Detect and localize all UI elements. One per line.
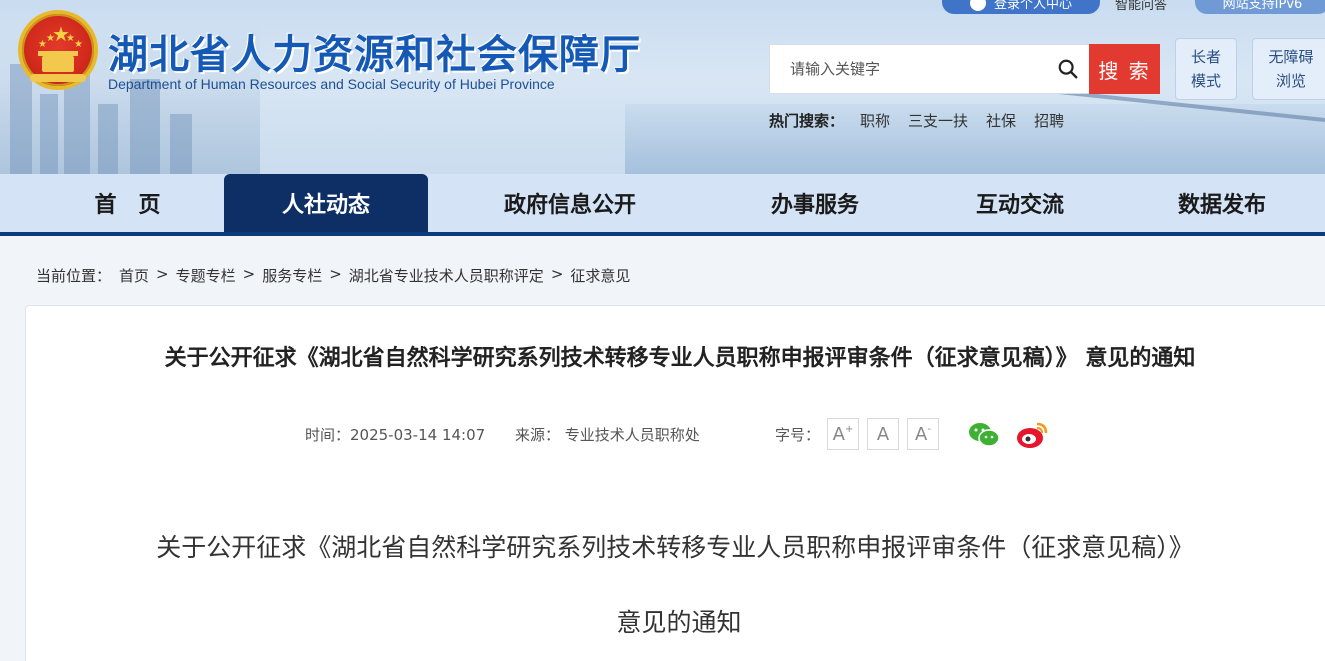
article-source: 来源： 专业技术人员职称处 [515,426,700,444]
breadcrumb-topics[interactable]: 专题专栏 [176,265,236,286]
breadcrumb-separator: > [156,265,169,283]
hot-keyword[interactable]: 招聘 [1034,110,1064,131]
building [170,114,192,174]
wechat-icon[interactable] [967,418,1001,452]
weibo-icon[interactable] [1015,418,1049,452]
font-size-label: 字号： [775,426,821,444]
breadcrumb-prefix: 当前位置： [36,267,112,285]
smart-qa-link[interactable]: 智能问答 [1115,0,1167,13]
login-button[interactable]: 登录个人中心 [942,0,1100,14]
main-nav: 首 页 人社动态 政府信息公开 办事服务 互动交流 数据发布 [0,174,1325,236]
search-box [769,44,1089,94]
breadcrumb-separator: > [242,265,256,283]
site-subtitle: Department of Human Resources and Social… [108,76,555,92]
nav-item-news[interactable]: 人社动态 [224,174,428,232]
accessible-mode-label-2: 浏览 [1275,72,1306,90]
font-decrease-label: A [915,423,928,445]
accessible-mode-label-1: 无障碍 [1268,48,1314,66]
font-normal-label: A [876,423,890,445]
article-time: 时间：2025-03-14 14:07 [305,426,486,444]
breadcrumb-separator: > [329,265,342,283]
breadcrumb-service-column[interactable]: 服务专栏 [262,265,322,286]
hot-search-label: 热门搜索： [769,112,845,130]
ipv6-badge: 网站支持IPv6 [1195,0,1325,14]
font-normal-button[interactable]: A [867,418,899,450]
hot-keyword[interactable]: 三支一扶 [908,110,968,131]
breadcrumb-home[interactable]: 首页 [119,265,149,286]
site-title: 湖北省人力资源和社会保障厅 [108,32,641,78]
nav-item-home[interactable]: 首 页 [40,174,215,232]
breadcrumb-separator: > [550,265,564,283]
national-emblem-icon: ★ ★ ★ ★ ★ [18,10,98,90]
body-heading-line-2: 意见的通知 [616,608,742,637]
login-label: 登录个人中心 [993,0,1072,12]
elder-mode-label-2: 模式 [1190,72,1221,90]
wheat-icon [30,74,86,82]
user-icon [969,0,986,11]
nav-item-services[interactable]: 办事服务 [715,174,915,232]
tiananmen-icon [38,51,78,72]
font-increase-label: A [832,423,845,445]
star-icon: ★ [46,33,55,44]
elder-mode-button[interactable]: 长者 模式 [1175,38,1237,100]
star-icon: ★ [74,39,83,50]
breadcrumb: 当前位置： 首页 > 专题专栏 > 服务专栏 > 湖北省专业技术人员职称评定 >… [36,265,630,286]
hot-keyword[interactable]: 社保 [986,110,1016,131]
search-input[interactable] [770,45,1048,93]
search-button[interactable]: 搜 索 [1089,44,1160,94]
breadcrumb-title-evaluation[interactable]: 湖北省专业技术人员职称评定 [349,265,544,286]
accessible-mode-button[interactable]: 无障碍 浏览 [1252,38,1325,100]
building [10,64,32,174]
font-decrease-button[interactable]: A- [907,418,939,450]
search-icon[interactable] [1057,58,1079,80]
nav-item-gov-info[interactable]: 政府信息公开 [470,174,670,232]
building [40,94,58,174]
nav-item-data[interactable]: 数据发布 [1122,174,1322,232]
ipv6-label: 网站支持IPv6 [1222,0,1303,12]
elder-mode-label-1: 长者 [1190,48,1221,66]
breadcrumb-consultation[interactable]: 征求意见 [570,265,630,286]
article-title: 关于公开征求《湖北省自然科学研究系列技术转移专业人员职称申报评审条件（征求意见稿… [164,346,1196,371]
body-heading-line-1: 关于公开征求《湖北省自然科学研究系列技术转移专业人员职称申报评审条件（征求意见稿… [156,533,1194,562]
nav-item-interaction[interactable]: 互动交流 [920,174,1120,232]
hot-search: 热门搜索： 职称 三支一扶 社保 招聘 [769,110,1082,131]
hot-keyword[interactable]: 职称 [860,110,890,131]
building [130,79,160,174]
building [98,104,118,174]
font-increase-button[interactable]: A + [827,418,859,450]
